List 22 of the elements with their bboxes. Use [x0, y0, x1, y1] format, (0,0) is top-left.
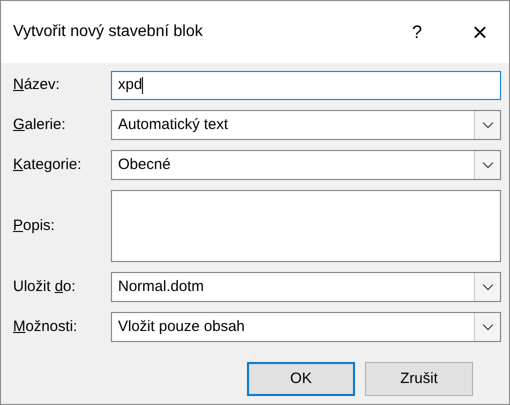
- help-button[interactable]: ?: [397, 12, 437, 52]
- chevron-down-icon: [482, 323, 494, 331]
- field-label: Možnosti:: [12, 316, 78, 337]
- close-button[interactable]: ×: [457, 12, 503, 52]
- dropdown[interactable]: Obecné: [111, 150, 501, 180]
- chevron-down-icon: [482, 161, 494, 169]
- cancel-button[interactable]: Zrušit: [365, 362, 473, 396]
- dropdown[interactable]: Normal.dotm: [111, 272, 501, 302]
- field-label: Kategorie:: [12, 154, 82, 175]
- dropdown[interactable]: Vložit pouze obsah: [111, 312, 501, 342]
- dropdown[interactable]: Automatický text: [111, 110, 501, 140]
- field-label: Název:: [12, 75, 61, 96]
- chevron-down-icon: [482, 121, 494, 129]
- field-label: Galerie:: [12, 114, 67, 135]
- ok-button[interactable]: OK: [247, 362, 355, 396]
- field-label: Uložit do:: [12, 276, 77, 297]
- text-cursor: [142, 77, 144, 94]
- name-field[interactable]: xpd: [111, 71, 501, 100]
- chevron-down-icon: [482, 283, 494, 291]
- field-label: Popis:: [12, 216, 56, 236]
- window-title: Vytvořit nový stavební blok: [13, 22, 204, 42]
- description-field[interactable]: [111, 190, 501, 262]
